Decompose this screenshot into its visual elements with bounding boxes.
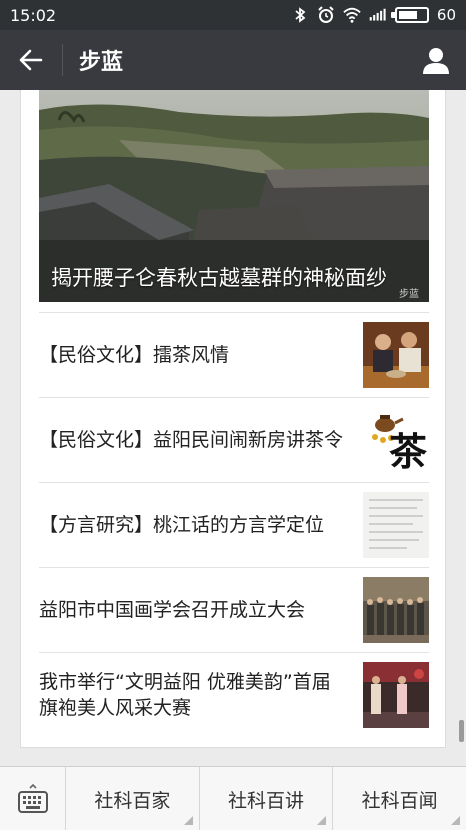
- menu-item-label: 社科百讲: [228, 789, 305, 812]
- status-time: 15:02: [10, 5, 57, 25]
- wifi-icon: [343, 7, 361, 23]
- list-item[interactable]: 【民俗文化】益阳民间闹新房讲茶令 茶: [39, 397, 429, 482]
- submenu-indicator-icon: [451, 816, 461, 825]
- article-thumbnail: [363, 322, 429, 388]
- article-title: 【民俗文化】益阳民间闹新房讲茶令: [39, 429, 344, 451]
- cover-title: 揭开腰子仑春秋古越墓群的神秘面纱: [51, 266, 387, 290]
- person-icon: [423, 48, 449, 74]
- article-thumbnail: 茶: [363, 407, 429, 473]
- article-thumbnail: [363, 577, 429, 643]
- arrow-left-icon: [19, 49, 43, 71]
- list-item[interactable]: 益阳市中国画学会召开成立大会: [39, 567, 429, 652]
- menu-item-shekebaijiang[interactable]: 社科百讲: [200, 767, 334, 830]
- menu-item-shekebaijia[interactable]: 社科百家: [66, 767, 200, 830]
- battery-level: 60: [436, 6, 456, 24]
- article-list: 揭开腰子仑春秋古越墓群的神秘面纱 步蓝 【民俗文化】擂茶风情 【民俗文化】益阳民…: [20, 90, 446, 748]
- cover-watermark: 步蓝: [399, 289, 419, 300]
- nav-divider: [62, 44, 63, 76]
- status-icons: 60: [291, 6, 456, 24]
- keyboard-toggle-button[interactable]: [0, 767, 66, 830]
- keyboard-icon: [17, 783, 48, 813]
- article-title: 我市举行“文明益阳 优雅美韵”首届旗袍美人风采大赛: [39, 671, 331, 719]
- page-title: 步蓝: [79, 50, 124, 75]
- list-item[interactable]: 【方言研究】桃江话的方言学定位: [39, 482, 429, 567]
- article-title: 【方言研究】桃江话的方言学定位: [39, 514, 325, 536]
- menu-item-shekebaiwen[interactable]: 社科百闻: [333, 767, 466, 830]
- list-item[interactable]: 我市举行“文明益阳 优雅美韵”首届旗袍美人风采大赛: [39, 652, 429, 737]
- profile-button[interactable]: [406, 30, 466, 90]
- nav-bar: 步蓝: [0, 30, 466, 90]
- submenu-indicator-icon: [183, 816, 193, 825]
- menu-item-label: 社科百家: [94, 789, 171, 812]
- bluetooth-icon: [295, 7, 306, 23]
- article-title: 【民俗文化】擂茶风情: [39, 344, 230, 366]
- list-item[interactable]: 【民俗文化】擂茶风情: [39, 312, 429, 397]
- menu-item-label: 社科百闻: [361, 789, 438, 812]
- submenu-indicator-icon: [317, 816, 327, 825]
- signal-icon: [369, 8, 386, 21]
- bottom-menu: 社科百家 社科百讲 社科百闻: [0, 766, 466, 830]
- status-bar: 15:02 60: [0, 0, 466, 30]
- battery-icon: [390, 7, 429, 23]
- article-thumbnail: [363, 662, 429, 728]
- tea-character: 茶: [388, 429, 427, 473]
- back-button[interactable]: [0, 30, 62, 90]
- cover-article[interactable]: 揭开腰子仑春秋古越墓群的神秘面纱 步蓝: [39, 90, 429, 302]
- article-thumbnail: [363, 492, 429, 558]
- alarm-icon: [318, 6, 334, 23]
- scrollbar-thumb[interactable]: [459, 720, 464, 742]
- article-title: 益阳市中国画学会召开成立大会: [39, 599, 306, 621]
